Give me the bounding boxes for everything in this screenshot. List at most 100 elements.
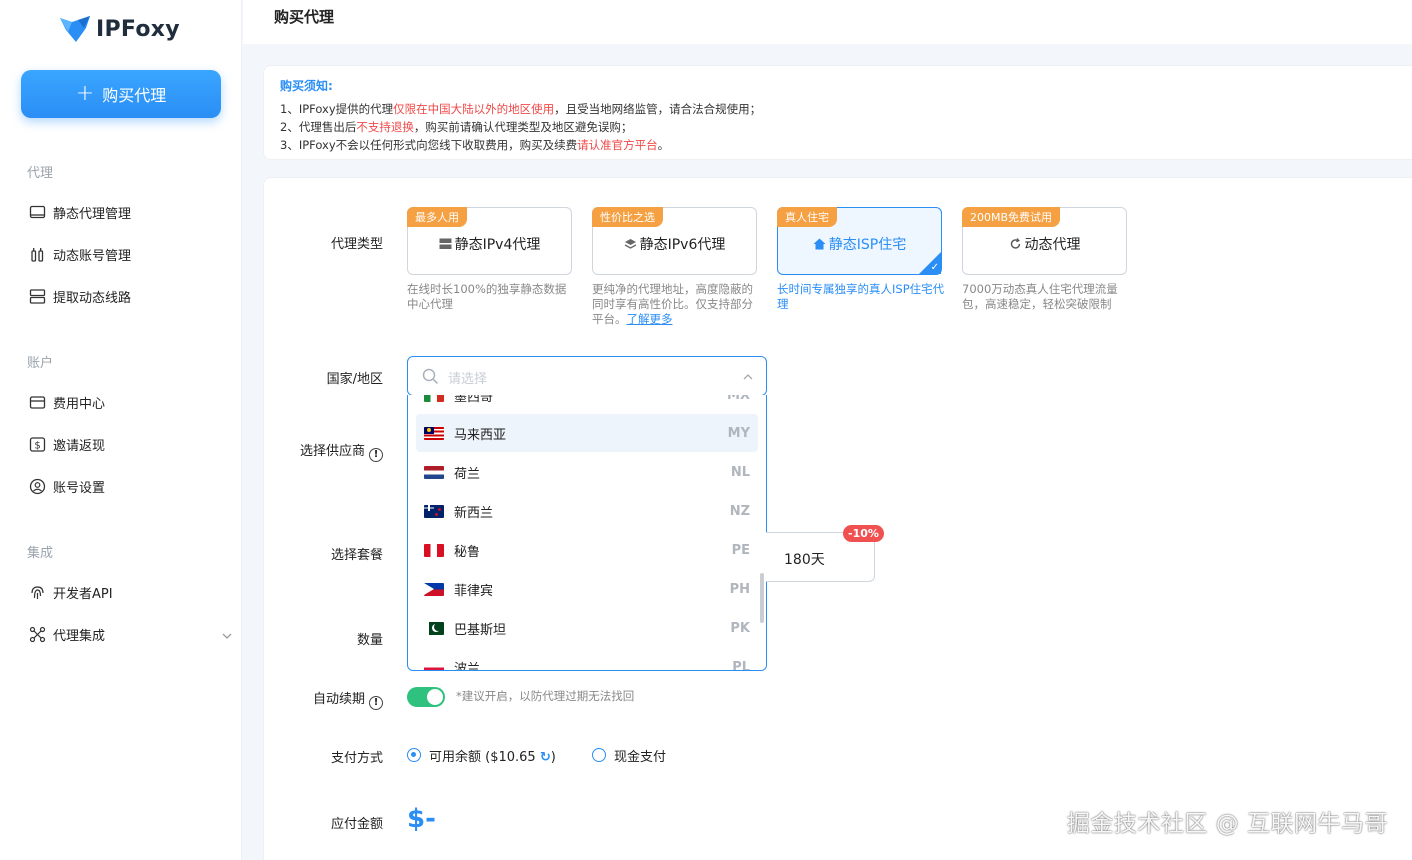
list-item[interactable]: 巴基斯坦 PK	[416, 609, 758, 647]
auto-renew-label: 自动续期!	[273, 688, 383, 710]
sidebar-item-referral[interactable]: $ 邀请返现	[29, 435, 105, 454]
check-icon: ✓	[930, 262, 939, 273]
server-icon	[29, 289, 46, 304]
notice-line-3: 3、IPFoxy不会以任何形式向您线下收取费用，购买及续费请认准官方平台。	[280, 138, 670, 152]
package-option-label: 180天	[784, 552, 825, 568]
brand-name: IPFoxy	[96, 16, 180, 42]
refresh-icon	[1010, 238, 1020, 249]
sidebar-item-static-proxy[interactable]: 静态代理管理	[29, 203, 131, 222]
sidebar: IPFoxy + 购买代理 代理 静态代理管理 动态账号管理 提取动态线路 账户…	[0, 0, 242, 860]
auto-renew-note: *建议开启，以防代理过期无法找回	[456, 689, 635, 703]
supplier-label: 选择供应商!	[273, 440, 383, 462]
package-label: 选择套餐	[330, 548, 383, 563]
payment-cash-label[interactable]: 现金支付	[614, 746, 666, 765]
list-item[interactable]: 菲律宾 PH	[416, 570, 758, 608]
type-tag: 性价比之选	[592, 207, 663, 227]
country-select-placeholder: 请选择	[448, 372, 488, 387]
svg-text:$: $	[34, 441, 40, 452]
proxy-type-dynamic[interactable]: 200MB免费试用 动态代理	[962, 207, 1127, 275]
sidebar-item-label: 开发者API	[53, 587, 113, 602]
refresh-icon[interactable]: ↻	[540, 750, 551, 765]
payment-balance-label[interactable]: 可用余额 ($10.65 ↻)	[429, 746, 556, 765]
notice-line-2: 2、代理售出后不支持退换，购买前请确认代理类型及地区避免误购；	[280, 120, 633, 134]
info-icon[interactable]: !	[369, 448, 383, 462]
proxy-type-label: 代理类型	[330, 237, 383, 252]
logo[interactable]: IPFoxy	[58, 14, 180, 44]
sidebar-item-account-settings[interactable]: 账号设置	[29, 477, 105, 496]
type-name: 动态代理	[963, 234, 1126, 254]
type-tag: 200MB免费试用	[962, 207, 1061, 227]
network-icon	[29, 626, 46, 643]
sidebar-item-label: 代理集成	[53, 629, 106, 644]
peru-flag-icon	[424, 543, 444, 557]
type-desc-dynamic: 7000万动态真人住宅代理流量包，高速稳定，轻松突破限制	[962, 282, 1118, 311]
sidebar-item-label: 动态账号管理	[53, 249, 132, 264]
top-bar: 购买代理	[243, 0, 1412, 44]
notice-title: 购买须知:	[280, 79, 333, 93]
auto-renew-toggle[interactable]	[407, 687, 445, 707]
user-circle-icon	[29, 478, 46, 495]
list-item[interactable]: 波兰 PL	[416, 648, 758, 670]
sidebar-item-label: 静态代理管理	[53, 207, 132, 222]
notice-line-1: 1、IPFoxy提供的代理仅限在中国大陆以外的地区使用，且受当地网络监管，请合法…	[280, 102, 762, 116]
proxy-type-ipv6[interactable]: 性价比之选 静态IPv6代理	[592, 207, 757, 275]
poland-flag-icon	[424, 660, 444, 670]
sidebar-item-extract-lines[interactable]: 提取动态线路	[29, 287, 131, 306]
type-tag: 最多人用	[407, 207, 467, 227]
monitor-icon	[29, 205, 46, 219]
watermark: 掘金技术社区 @ 互联网牛马哥	[1066, 811, 1388, 837]
malaysia-flag-icon	[424, 426, 444, 440]
layers-icon	[624, 239, 636, 249]
country-select[interactable]: 请选择	[407, 356, 767, 396]
mexico-flag-icon	[424, 395, 444, 402]
type-desc-ipv6: 更纯净的代理地址，高度隐蔽的同时享有高性价比。仅支持部分平台。了解更多	[592, 282, 753, 326]
sidebar-item-developer-api[interactable]: 开发者API	[29, 583, 113, 602]
sidebar-item-label: 费用中心	[53, 397, 106, 412]
info-icon[interactable]: !	[369, 696, 383, 710]
type-tag: 真人住宅	[777, 207, 837, 227]
list-item[interactable]: 新西兰 NZ	[416, 492, 758, 530]
learn-more-link[interactable]: 了解更多	[627, 312, 673, 326]
search-icon	[422, 368, 439, 385]
new-zealand-flag-icon	[424, 504, 444, 518]
list-item[interactable]: 墨西哥 MX	[416, 395, 758, 414]
country-label: 国家/地区	[326, 372, 383, 387]
sidebar-item-billing[interactable]: 费用中心	[29, 393, 105, 412]
amount-label: 应付金额	[330, 817, 383, 832]
purchase-notice: 购买须知: 1、IPFoxy提供的代理仅限在中国大陆以外的地区使用，且受当地网络…	[263, 65, 1412, 160]
sidebar-item-proxy-integration[interactable]: 代理集成	[29, 625, 105, 644]
proxy-type-isp[interactable]: 真人住宅 静态ISP住宅 ✓	[777, 207, 942, 275]
payment-label: 支付方式	[330, 751, 383, 766]
page-title: 购买代理	[274, 8, 335, 26]
plus-icon: +	[75, 81, 95, 106]
list-item[interactable]: 马来西亚 MY	[416, 414, 758, 452]
server-icon	[439, 238, 452, 249]
section-label-integration: 集成	[27, 546, 54, 561]
list-item[interactable]: 秘鲁 PE	[416, 531, 758, 569]
type-desc-isp: 长时间专属独享的真人ISP住宅代理	[777, 282, 945, 311]
amount-value: $-	[407, 804, 436, 834]
scrollbar[interactable]	[760, 573, 764, 623]
list-item[interactable]: 荷兰 NL	[416, 453, 758, 491]
quantity-label: 数量	[356, 633, 383, 648]
sidebar-item-label: 账号设置	[53, 481, 106, 496]
home-icon	[813, 238, 826, 250]
proxy-type-ipv4[interactable]: 最多人用 静态IPv4代理	[407, 207, 572, 275]
type-name: 静态IPv4代理	[408, 234, 571, 254]
dollar-box-icon: $	[29, 437, 46, 452]
fingerprint-icon	[31, 586, 44, 599]
sidebar-item-label: 提取动态线路	[53, 291, 132, 306]
country-dropdown[interactable]: 墨西哥 MX 马来西亚 MY 荷兰 NL 新西兰 NZ 秘鲁 PE 菲律宾 PH 巴基斯坦 P…	[407, 395, 767, 671]
philippines-flag-icon	[424, 582, 444, 596]
section-label-account: 账户	[27, 356, 54, 371]
buy-proxy-button[interactable]: + 购买代理	[21, 70, 221, 118]
payment-cash-radio[interactable]	[592, 748, 606, 762]
payment-balance-radio[interactable]	[407, 748, 421, 762]
sidebar-item-dynamic-account[interactable]: 动态账号管理	[29, 245, 131, 264]
sidebar-item-label: 邀请返现	[53, 439, 106, 454]
type-name: 静态IPv6代理	[593, 234, 756, 254]
chevron-up-icon	[743, 374, 753, 380]
chevron-down-icon[interactable]	[221, 630, 233, 642]
card-icon	[29, 396, 46, 409]
discount-badge: -10%	[843, 525, 884, 542]
